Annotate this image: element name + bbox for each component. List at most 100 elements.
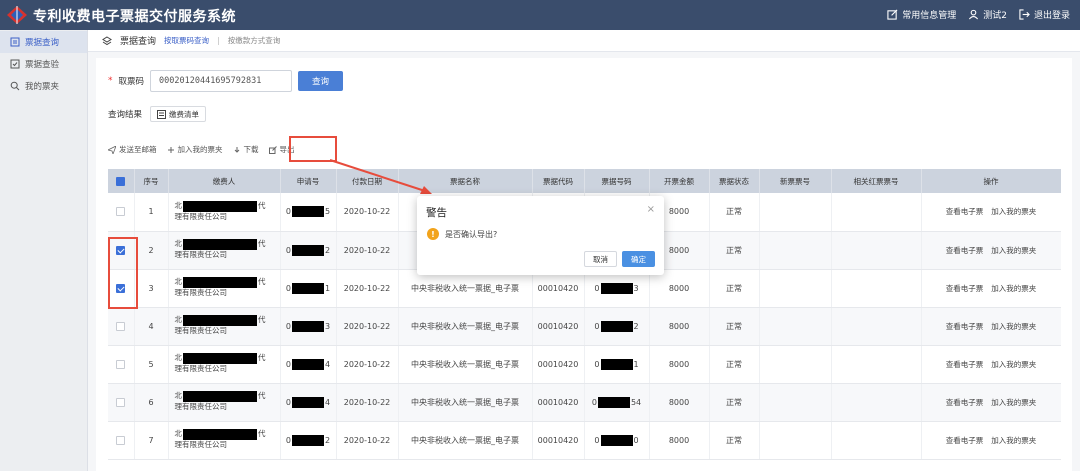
bill-name-cell: 中央非税收入统一票据_电子票	[398, 307, 533, 346]
operations-cell: 查看电子票 加入我的票夹	[921, 193, 1061, 232]
view-e-invoice-link[interactable]: 查看电子票	[946, 322, 984, 331]
payer-line2: 理有限责任公司	[174, 288, 228, 298]
cancel-button[interactable]: 取消	[584, 251, 617, 267]
redaction-block	[600, 434, 633, 446]
user-menu[interactable]: 测试2	[968, 8, 1007, 21]
sidebar-item-my-folder[interactable]: 我的票夹	[0, 75, 87, 97]
bill-number-suffix: 1	[633, 359, 639, 369]
common-info-button[interactable]: 常用信息管理	[887, 8, 956, 21]
sidebar-item-label: 票据查询	[25, 38, 60, 48]
sidebar-item-invoice-verify[interactable]: 票据查验	[0, 53, 87, 75]
add-to-folder-link[interactable]: 加入我的票夹	[991, 436, 1036, 445]
header-cell: 票据代码	[532, 169, 585, 193]
row-checkbox[interactable]	[116, 397, 126, 407]
send-icon	[108, 145, 116, 154]
user-icon	[969, 9, 979, 20]
bill-number-prefix: 0	[594, 435, 600, 445]
bill-number-suffix: 2	[633, 321, 639, 331]
view-e-invoice-link[interactable]: 查看电子票	[946, 207, 984, 216]
view-e-invoice-link[interactable]: 查看电子票	[946, 436, 984, 445]
bill-number-prefix: 0	[594, 321, 600, 331]
warning-icon: !	[427, 228, 439, 240]
sidebar-item-invoice-query[interactable]: 票据查询	[0, 31, 87, 53]
payer-suffix: 代	[258, 353, 266, 363]
application-number-cell: 05	[280, 193, 337, 232]
operations-cell: 查看电子票 加入我的票夹	[921, 421, 1061, 460]
logout-button[interactable]: 退出登录	[1019, 8, 1070, 21]
tab-query-by-code[interactable]: 按取票码查询	[164, 35, 209, 46]
app-suffix: 4	[325, 397, 331, 407]
add-to-folder-link[interactable]: 加入我的票夹	[991, 322, 1036, 331]
bill-code-cell: 00010420	[532, 307, 585, 346]
payment-list-button[interactable]: 缴费清单	[150, 106, 207, 122]
table-row: 7 北代理有限责任公司 0 2 2020-10-22 中央非税收入统一票据_电子票 0001…	[108, 421, 1061, 460]
redaction-block	[183, 200, 257, 212]
amount-cell: 8000	[649, 307, 710, 346]
add-to-folder-link[interactable]: 加入我的票夹	[991, 360, 1036, 369]
payer-cell: 北 代理有限责任公司	[168, 421, 281, 460]
logout-icon	[1019, 9, 1030, 20]
redaction-block	[600, 320, 633, 332]
add-to-folder-button[interactable]: 加入我的票夹	[167, 144, 223, 155]
related-red-bill-cell	[831, 421, 922, 460]
pickup-code-input[interactable]	[150, 70, 293, 92]
related-red-bill-cell	[831, 345, 922, 384]
payer-suffix: 代	[258, 391, 266, 401]
amount-cell: 8000	[649, 421, 710, 460]
payment-date-cell: 2020-10-22	[336, 345, 399, 384]
payment-date-cell: 2020-10-22	[336, 421, 399, 460]
view-e-invoice-link[interactable]: 查看电子票	[946, 398, 984, 407]
redaction-block	[292, 282, 324, 294]
download-button[interactable]: 下载	[233, 144, 259, 155]
row-select-cell	[108, 421, 135, 460]
app-suffix: 5	[325, 207, 331, 217]
application-number-cell: 04	[280, 345, 337, 384]
app-prefix: 0	[285, 283, 291, 293]
sidebar: 票据查询 票据查验 我的票夹	[0, 30, 88, 471]
dialog-body: ! 是否确认导出?	[427, 228, 497, 240]
header-cell: 序号	[134, 169, 169, 193]
bill-number-cell: 00	[584, 421, 650, 460]
send-email-button[interactable]: 发送至邮箱	[108, 144, 157, 155]
row-select-cell	[108, 307, 135, 346]
new-bill-number-cell	[759, 193, 832, 232]
payment-date-cell: 2020-10-22	[336, 307, 399, 346]
add-to-folder-link[interactable]: 加入我的票夹	[991, 398, 1036, 407]
close-icon[interactable]: ×	[647, 204, 655, 215]
view-e-invoice-link[interactable]: 查看电子票	[946, 246, 984, 255]
redaction-block	[600, 358, 633, 370]
status-cell: 正常	[709, 421, 760, 460]
add-to-folder-link[interactable]: 加入我的票夹	[991, 246, 1036, 255]
row-checkbox[interactable]	[116, 321, 126, 331]
bill-name-cell: 中央非税收入统一票据_电子票	[398, 421, 533, 460]
sidebar-item-label: 我的票夹	[25, 82, 60, 92]
add-to-folder-link[interactable]: 加入我的票夹	[991, 207, 1036, 216]
row-checkbox[interactable]	[116, 207, 126, 217]
related-red-bill-cell	[831, 193, 922, 232]
top-bar: 专利收费电子票据交付服务系统 常用信息管理 测试2 退出登录	[0, 0, 1080, 30]
payer-prefix: 北	[174, 277, 183, 287]
confirm-button[interactable]: 确定	[622, 251, 655, 267]
row-checkbox[interactable]	[116, 359, 126, 369]
row-checkbox[interactable]	[116, 435, 126, 445]
view-e-invoice-link[interactable]: 查看电子票	[946, 360, 984, 369]
row-number: 1	[134, 193, 169, 232]
bill-number-suffix: 0	[633, 435, 639, 445]
tab-query-by-payment[interactable]: 按缴款方式查询	[228, 35, 281, 46]
result-label: 查询结果	[108, 110, 143, 120]
header-cell: 操作	[921, 169, 1061, 193]
new-bill-number-cell	[759, 231, 832, 270]
dialog-message: 是否确认导出?	[445, 229, 498, 239]
new-bill-number-cell	[759, 383, 832, 422]
add-to-folder-label: 加入我的票夹	[177, 145, 223, 154]
select-all-checkbox[interactable]	[116, 176, 126, 186]
view-e-invoice-link[interactable]: 查看电子票	[946, 284, 984, 293]
related-red-bill-cell	[831, 231, 922, 270]
plus-icon	[167, 146, 174, 153]
query-button[interactable]: 查询	[298, 71, 344, 91]
document-icon	[10, 37, 20, 47]
redaction-block	[183, 391, 257, 403]
table-header-row: 序号 缴费人 申请号 付款日期 票据名称 票据代码 票据号码 开票金额 票据状态…	[108, 169, 1061, 193]
add-to-folder-link[interactable]: 加入我的票夹	[991, 284, 1036, 293]
header-cell: 付款日期	[336, 169, 399, 193]
